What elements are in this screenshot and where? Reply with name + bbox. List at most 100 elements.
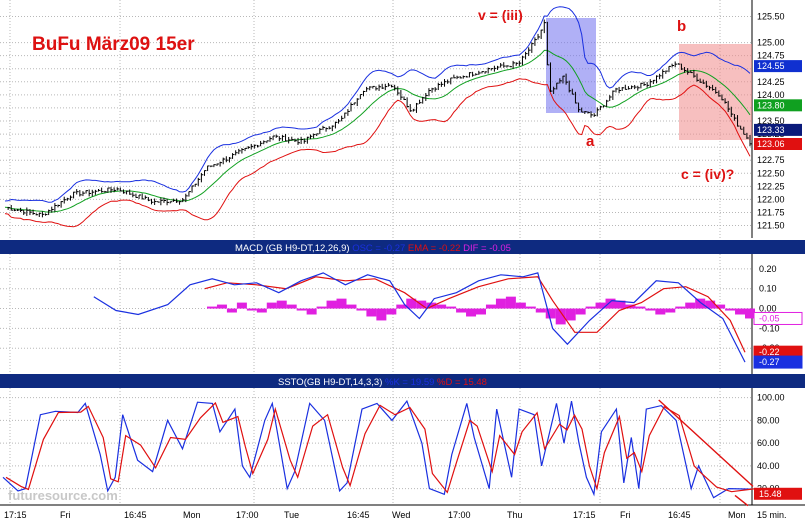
time-label: Wed — [392, 510, 410, 520]
wave-label: a — [586, 133, 595, 150]
trendline-tail — [734, 494, 749, 507]
dif-bar — [495, 298, 506, 309]
ssto-tag-label: 15.48 — [759, 489, 782, 499]
osc-line — [93, 272, 746, 363]
dif-bar — [655, 308, 666, 315]
time-label: 17:00 — [448, 510, 471, 520]
price-tick-label: 122.50 — [757, 168, 785, 178]
price-tick-label: 122.25 — [757, 181, 785, 191]
chart-title: BuFu März09 15er — [32, 34, 195, 55]
price-tag-label: 124.55 — [757, 61, 785, 71]
price-tag-label: 123.06 — [757, 139, 785, 149]
dif-bar — [605, 298, 616, 309]
time-label: 15 min. — [757, 510, 787, 520]
dif-bar — [505, 296, 516, 309]
dif-bar — [535, 308, 546, 313]
dif-bar — [525, 306, 536, 309]
dif-bar — [575, 308, 586, 315]
price-tag-label: 123.33 — [757, 125, 785, 135]
wave-label: b — [677, 18, 686, 35]
dif-bar — [386, 308, 397, 315]
dif-bar — [336, 298, 347, 309]
price-tick-label: 124.75 — [757, 51, 785, 61]
dif-bar — [246, 308, 257, 311]
price-tag-label: 123.80 — [757, 100, 785, 110]
macd-tick-label: 0.20 — [759, 264, 777, 274]
price-tick-label: 124.25 — [757, 77, 785, 87]
ssto-legend-entry: %D = 15.48 — [437, 377, 487, 388]
price-axis: 125.50125.00124.75124.50124.25124.00123.… — [754, 11, 802, 231]
dif-bar — [665, 308, 676, 313]
wave-label: v = (iii) — [478, 7, 523, 23]
wave-label: c = (iv)? — [681, 166, 734, 182]
ssto-axis: 100.0080.0060.0040.0020.0015.48 — [754, 393, 802, 500]
dif-bar — [316, 306, 327, 309]
macd-legend-entry: DIF = -0.05 — [463, 243, 511, 254]
time-label: Fri — [60, 510, 71, 520]
price-tick-label: 125.00 — [757, 38, 785, 48]
macd-axis: 0.200.100.00-0.10-0.20-0.05-0.22-0.27 — [753, 264, 803, 369]
dif-bar — [326, 300, 337, 309]
time-label: 17:15 — [4, 510, 27, 520]
dif-bar — [735, 308, 746, 315]
dif-bar — [276, 300, 287, 309]
time-label: 17:00 — [236, 510, 259, 520]
ssto-tick-label: 100.00 — [757, 393, 785, 403]
dif-bar — [476, 308, 486, 315]
macd-series — [93, 272, 755, 363]
time-label: Thu — [507, 510, 523, 520]
ssto-legend-entry: %K = 19.59 — [385, 377, 437, 388]
time-label: 16:45 — [124, 510, 147, 520]
macd-tag-label: -0.27 — [759, 357, 780, 367]
price-tick-label: 124.00 — [757, 90, 785, 100]
macd-legend-entry: EMA = -0.22 — [408, 243, 463, 254]
dif-bar — [635, 306, 646, 309]
dif-bar — [366, 308, 377, 317]
dif-bar — [446, 306, 457, 309]
dif-bar — [216, 304, 227, 309]
macd-tag-label: -0.05 — [759, 313, 780, 323]
price-tick-label: 122.00 — [757, 194, 785, 204]
time-label: Tue — [284, 510, 299, 520]
dif-bar — [675, 306, 686, 309]
macd-tick-label: 0.10 — [759, 284, 777, 294]
dif-bar — [266, 302, 277, 309]
dif-bar — [296, 308, 307, 311]
ssto-title: SSTO(GB H9-DT,14,3,3) — [278, 377, 385, 388]
watermark: futuresource.com — [8, 488, 118, 503]
time-label: 16:45 — [347, 510, 370, 520]
dif-bar — [436, 304, 447, 309]
dif-bar — [565, 308, 576, 321]
ssto-tick-label: 40.00 — [757, 461, 780, 471]
price-tick-label: 122.75 — [757, 155, 785, 165]
macd-title: MACD (GB H9-DT,12,26,9) — [235, 243, 352, 254]
dif-bar — [306, 308, 317, 315]
dif-bar — [207, 306, 217, 309]
chart-stage: BuFu März09 15er v = (iii) b a c = (iv)? 12… — [0, 0, 805, 520]
time-label: Mon — [183, 510, 201, 520]
dif-bar — [485, 304, 496, 309]
dif-bar — [725, 308, 736, 311]
dif-bar — [695, 298, 706, 309]
k-line — [2, 399, 752, 499]
time-label: Fri — [620, 510, 631, 520]
dif-bar — [346, 304, 357, 309]
ssto-header: SSTO(GB H9-DT,14,3,3) %K = 19.59 %D = 15… — [278, 377, 487, 388]
dif-bar — [356, 308, 367, 311]
time-axis: 17:15 Fri 16:45 Mon 17:00 Tue 16:45 Wed 17:00 Thu… — [4, 510, 787, 520]
dif-bar — [466, 308, 477, 317]
ssto-grid — [0, 388, 805, 506]
dif-bar — [585, 306, 596, 309]
dif-bar — [226, 308, 237, 313]
ssto-tick-label: 60.00 — [757, 438, 780, 448]
dif-bar — [685, 302, 696, 309]
dif-bar — [256, 308, 267, 313]
price-tick-label: 125.50 — [757, 11, 785, 21]
dif-bar — [645, 308, 656, 311]
dif-bar — [515, 302, 526, 309]
time-label: Mon — [728, 510, 746, 520]
dif-bar — [376, 308, 387, 321]
dif-bar — [236, 302, 247, 309]
ssto-tick-label: 80.00 — [757, 415, 780, 425]
price-tick-label: 121.75 — [757, 207, 785, 217]
